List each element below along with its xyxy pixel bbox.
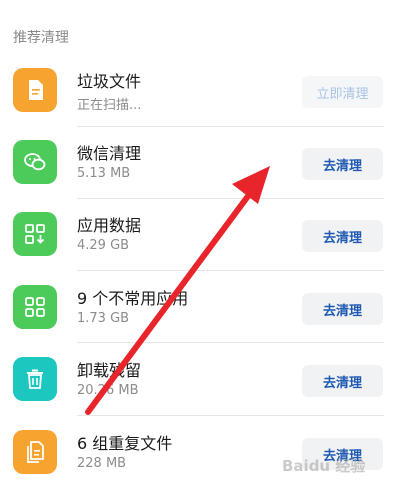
section-title: 推荐清理 [13,30,69,46]
go-clean-button[interactable]: 去清理 [302,220,383,252]
divider [77,342,384,343]
divider [77,415,384,416]
item-subtitle: 228 MB [77,456,127,471]
item-subtitle: 1.73 GB [77,311,130,326]
item-title: 卸载残留 [77,361,142,380]
list-item-app-data[interactable]: 应用数据 4.29 GB 去清理 [0,212,400,284]
duplicate-file-icon [13,430,57,474]
apps-grid-icon [13,285,57,329]
trash-icon [13,357,57,401]
file-icon [13,68,57,112]
list-item-wechat-clean[interactable]: 微信清理 5.13 MB 去清理 [0,140,400,212]
clean-now-button[interactable]: 立即清理 [302,76,383,108]
divider [77,270,384,271]
item-title: 应用数据 [77,216,142,235]
divider [77,198,384,199]
list-item-unused-apps[interactable]: 9 个不常用应用 1.73 GB 去清理 [0,285,400,357]
item-subtitle: 正在扫描... [77,98,142,113]
go-clean-button[interactable]: 去清理 [302,293,383,325]
watermark: Baidu 经验 [282,457,366,475]
item-title: 垃圾文件 [77,72,142,91]
item-subtitle: 5.13 MB [77,166,131,181]
list-item-junk-files[interactable]: 垃圾文件 正在扫描... 立即清理 [0,68,400,140]
wechat-icon [13,140,57,184]
go-clean-button[interactable]: 去清理 [302,365,383,397]
go-clean-button[interactable]: 去清理 [302,148,383,180]
item-subtitle: 20.26 MB [77,383,139,398]
app-data-icon [13,212,57,256]
item-subtitle: 4.29 GB [77,238,130,253]
list-item-uninstall-residue[interactable]: 卸载残留 20.26 MB 去清理 [0,357,400,429]
item-title: 9 个不常用应用 [77,289,189,308]
item-title: 6 组重复文件 [77,434,173,453]
divider [77,126,384,127]
item-title: 微信清理 [77,144,142,163]
